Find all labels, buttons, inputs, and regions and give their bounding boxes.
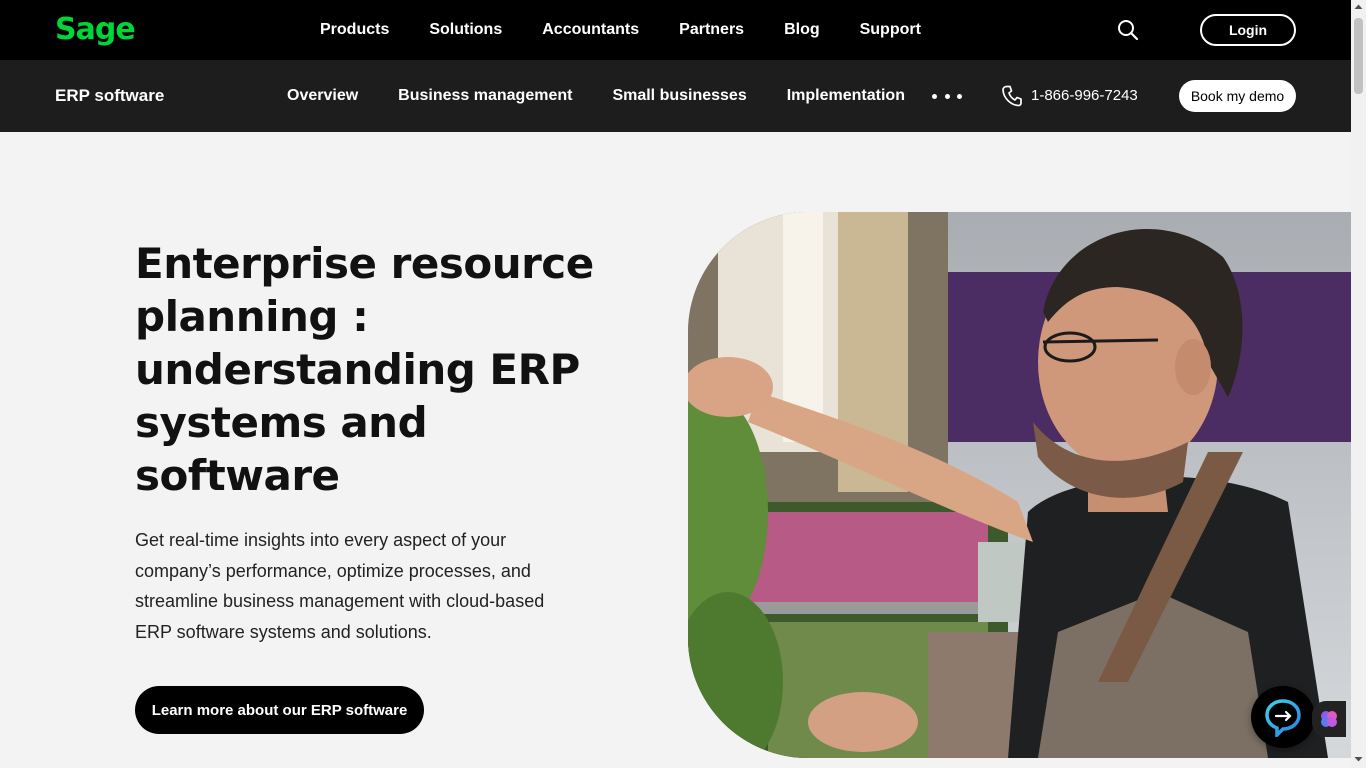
nav-item-products[interactable]: Products (320, 21, 389, 39)
search-icon[interactable] (1117, 19, 1139, 41)
login-button[interactable]: Login (1200, 14, 1296, 46)
brain-icon (1321, 711, 1337, 727)
ai-assistant-badge[interactable] (1312, 701, 1346, 737)
more-menu-icon[interactable] (932, 86, 962, 106)
book-demo-button[interactable]: Book my demo (1179, 80, 1296, 112)
section-nav: Overview Business management Small busin… (287, 60, 945, 132)
chat-widget-button[interactable] (1251, 686, 1315, 748)
subnav-item-overview[interactable]: Overview (287, 87, 358, 105)
hero-description: Get real-time insights into every aspect… (135, 530, 545, 642)
nav-item-partners[interactable]: Partners (679, 21, 744, 39)
phone-number-link[interactable]: 1-866-996-7243 (1031, 87, 1138, 104)
subnav-item-business-management[interactable]: Business management (398, 87, 572, 105)
nav-item-blog[interactable]: Blog (784, 21, 820, 39)
nav-item-accountants[interactable]: Accountants (542, 21, 639, 39)
scrollbar-thumb[interactable] (1354, 18, 1363, 94)
scroll-down-arrow-icon[interactable] (1351, 752, 1366, 766)
chat-bubble-icon (1265, 699, 1301, 737)
nav-item-support[interactable]: Support (860, 21, 921, 39)
hero-image (688, 212, 1351, 758)
main-nav: Products Solutions Accountants Partners … (320, 0, 961, 60)
top-navigation-bar: Sage Products Solutions Accountants Part… (0, 0, 1351, 60)
subnav-item-implementation[interactable]: Implementation (787, 87, 905, 105)
secondary-navigation-bar: ERP software Overview Business managemen… (0, 60, 1351, 132)
vertical-scrollbar[interactable] (1351, 0, 1366, 768)
scroll-up-arrow-icon[interactable] (1351, 0, 1366, 14)
phone-icon (1002, 85, 1022, 107)
learn-more-button[interactable]: Learn more about our ERP software (135, 686, 424, 734)
section-title[interactable]: ERP software (55, 86, 164, 106)
subnav-item-small-businesses[interactable]: Small businesses (612, 87, 746, 105)
sage-logo[interactable]: Sage (55, 12, 136, 47)
nav-item-solutions[interactable]: Solutions (429, 21, 502, 39)
page-title: Enterprise resource planning : understan… (135, 239, 594, 500)
